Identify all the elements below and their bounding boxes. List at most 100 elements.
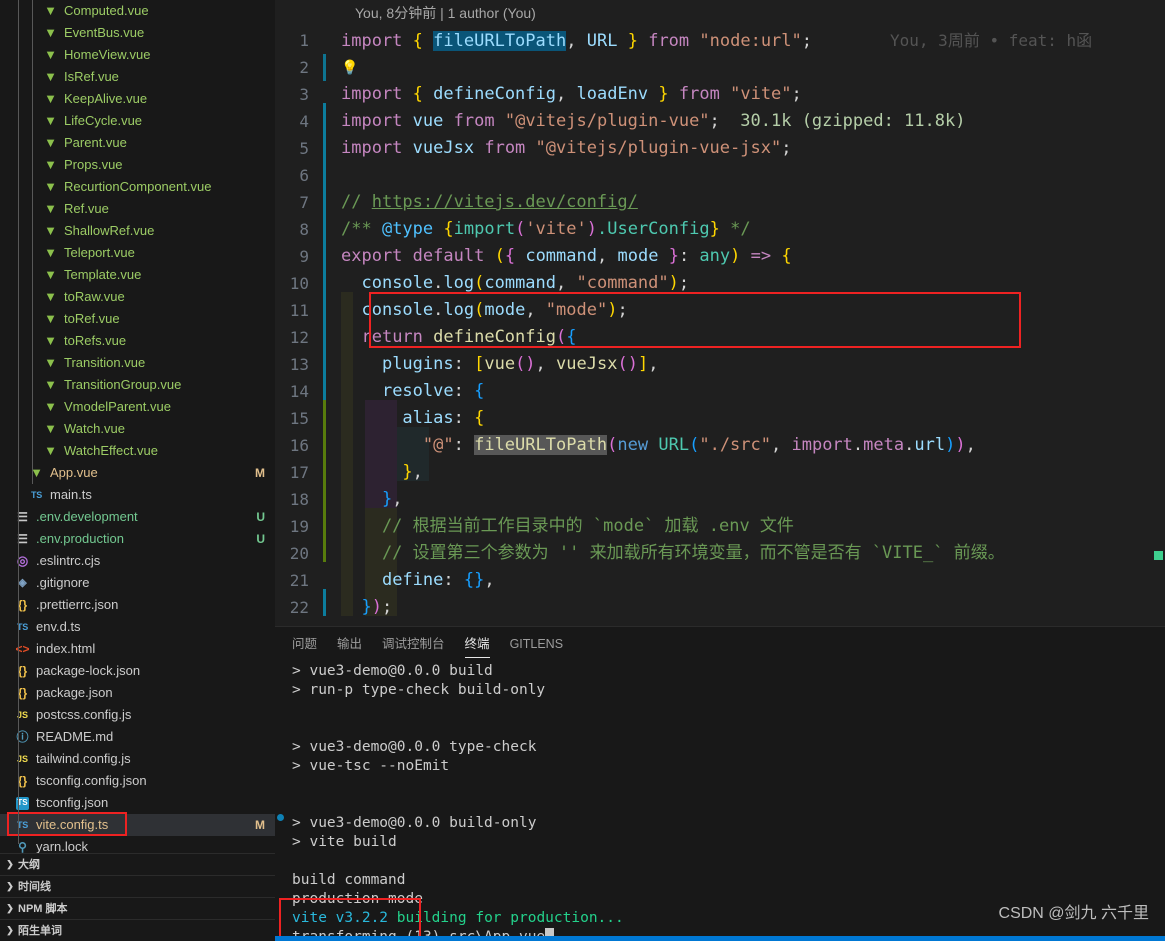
lightbulb-icon[interactable]: 💡 xyxy=(341,60,358,76)
file-tree-item[interactable]: {} package-lock.json xyxy=(0,660,275,682)
file-tree[interactable]: ▼ Computed.vue ▼ EventBus.vue ▼ HomeView.vue ▼… xyxy=(0,0,275,853)
code-line[interactable]: 2 💡 xyxy=(275,54,1165,81)
terminal-line: > run-p type-check build-only xyxy=(292,681,1165,700)
panel-tab-1[interactable]: 问题 xyxy=(292,627,317,662)
code-editor[interactable]: You, 8分钟前 | 1 author (You) 1 import { fi… xyxy=(275,0,1165,626)
code-line[interactable]: 11 console.log(mode, "mode"); xyxy=(275,297,1165,324)
panel-tab-4[interactable]: 终端 xyxy=(464,627,490,662)
file-tree-item[interactable]: ◎ .eslintrc.cjs xyxy=(0,550,275,572)
file-tree-item[interactable]: ▼ KeepAlive.vue xyxy=(0,88,275,110)
file-tree-item[interactable]: TS env.d.ts xyxy=(0,616,275,638)
explorer-sidebar: ▼ Computed.vue ▼ EventBus.vue ▼ HomeView.vue ▼… xyxy=(0,0,275,941)
file-tree-item[interactable]: ▼ Transition.vue xyxy=(0,352,275,374)
file-tree-item[interactable]: TS tsconfig.json xyxy=(0,792,275,814)
file-tree-item[interactable]: ⓘ README.md xyxy=(0,726,275,748)
file-tree-item[interactable]: ▼ RecurtionComponent.vue xyxy=(0,176,275,198)
panel-tab-3[interactable]: 调试控制台 xyxy=(382,627,445,662)
sidebar-section-2[interactable]: ❯ 时间线 xyxy=(0,875,275,897)
file-name-label: .env.development xyxy=(36,509,138,524)
code-line[interactable]: 18 }, xyxy=(275,486,1165,513)
file-tree-item[interactable]: ▼ toRaw.vue xyxy=(0,286,275,308)
eslint-icon: ◎ xyxy=(16,553,29,568)
file-tree-item[interactable]: <> index.html xyxy=(0,638,275,660)
status-bar[interactable] xyxy=(275,936,1165,941)
file-tree-item[interactable]: ▼ IsRef.vue xyxy=(0,66,275,88)
code-line[interactable]: 8 /** @type {import('vite').UserConfig} … xyxy=(275,216,1165,243)
sidebar-section-3[interactable]: ❯ NPM 脚本 xyxy=(0,897,275,919)
code-line[interactable]: 20 // 设置第三个参数为 '' 来加载所有环境变量，而不管是否有 `VITE… xyxy=(275,540,1165,567)
panel-tabs[interactable]: 问题 输出 调试控制台 终端 GITLENS xyxy=(275,627,1165,662)
code-line[interactable]: 16 "@": fileURLToPath(new URL("./src", i… xyxy=(275,432,1165,459)
file-tree-item[interactable]: JS postcss.config.js xyxy=(0,704,275,726)
tree-indent-guide xyxy=(32,0,33,484)
code-line[interactable]: 6 xyxy=(275,162,1165,189)
file-tree-item[interactable]: ▼ LifeCycle.vue xyxy=(0,110,275,132)
code-line[interactable]: 5 import vueJsx from "@vitejs/plugin-vue… xyxy=(275,135,1165,162)
file-tree-item[interactable]: ⚲ yarn.lock xyxy=(0,836,275,853)
file-tree-item[interactable]: ▼ Teleport.vue xyxy=(0,242,275,264)
code-line[interactable]: 7 // https://vitejs.dev/config/ xyxy=(275,189,1165,216)
watermark: CSDN @剑九 六千里 xyxy=(998,905,1149,922)
terminal-line-text: > run-p type-check build-only xyxy=(292,681,546,698)
js-icon: JS xyxy=(16,710,28,720)
code-line[interactable]: 19 // 根据当前工作目录中的 `mode` 加载 .env 文件 xyxy=(275,513,1165,540)
file-tree-item[interactable]: ▼ Watch.vue xyxy=(0,418,275,440)
file-name-label: .env.production xyxy=(36,531,124,546)
file-tree-item[interactable]: ◈ .gitignore xyxy=(0,572,275,594)
inline-git-blame: You, 3周前 • feat: h函 xyxy=(890,31,1093,50)
file-tree-item[interactable]: TS main.ts xyxy=(0,484,275,506)
file-tree-item[interactable]: ▼ toRef.vue xyxy=(0,308,275,330)
file-tree-item[interactable]: ▼ Ref.vue xyxy=(0,198,275,220)
vue-icon: ▼ xyxy=(44,113,57,128)
file-tree-item[interactable]: ▼ Props.vue xyxy=(0,154,275,176)
file-tree-item[interactable]: ▼ toRefs.vue xyxy=(0,330,275,352)
code-line[interactable]: 9 export default ({ command, mode }: any… xyxy=(275,243,1165,270)
code-line[interactable]: 14 resolve: { xyxy=(275,378,1165,405)
file-tree-item[interactable]: {} tsconfig.config.json xyxy=(0,770,275,792)
file-tree-item[interactable]: ▼ Template.vue xyxy=(0,264,275,286)
file-tree-item[interactable]: {} package.json xyxy=(0,682,275,704)
code-line[interactable]: 12 return defineConfig({ xyxy=(275,324,1165,351)
file-tree-item[interactable]: ☰ .env.development U xyxy=(0,506,275,528)
file-tree-item[interactable]: ▼ Parent.vue xyxy=(0,132,275,154)
code-line[interactable]: 13 plugins: [vue(), vueJsx()], xyxy=(275,351,1165,378)
indent-guides xyxy=(323,513,341,540)
indent-guides xyxy=(323,351,341,378)
tsconfig-icon: TS xyxy=(14,795,31,812)
file-name-label: Props.vue xyxy=(64,157,123,172)
ts-icon: TS xyxy=(17,820,28,830)
file-name-label: VmodelParent.vue xyxy=(64,399,171,414)
line-content: plugins: [vue(), vueJsx()], xyxy=(381,354,659,374)
json-icon: {} xyxy=(17,686,28,700)
sidebar-section-4[interactable]: ❯ 陌生单词 xyxy=(0,919,275,941)
code-line[interactable]: 10 console.log(command, "command"); xyxy=(275,270,1165,297)
code-line[interactable]: 4 import vue from "@vitejs/plugin-vue"; … xyxy=(275,108,1165,135)
code-line[interactable]: 21 define: {}, xyxy=(275,567,1165,594)
file-name-label: Ref.vue xyxy=(64,201,109,216)
file-tree-item[interactable]: ▼ EventBus.vue xyxy=(0,22,275,44)
code-line[interactable]: 15 alias: { xyxy=(275,405,1165,432)
file-tree-item[interactable]: ▼ WatchEffect.vue xyxy=(0,440,275,462)
code-line[interactable]: 22 }); xyxy=(275,594,1165,621)
terminal-line-text: > vite build xyxy=(292,833,397,850)
file-tree-item[interactable]: JS tailwind.config.js xyxy=(0,748,275,770)
config-url-link[interactable]: https://vitejs.dev/config/ xyxy=(372,192,638,212)
file-tree-item[interactable]: ▼ Computed.vue xyxy=(0,0,275,22)
panel-tab-5[interactable]: GITLENS xyxy=(510,627,564,662)
file-tree-item[interactable]: {} .prettierrc.json xyxy=(0,594,275,616)
file-tree-item[interactable]: ▼ VmodelParent.vue xyxy=(0,396,275,418)
code-line[interactable]: 1 import { fileURLToPath, URL } from "no… xyxy=(275,27,1165,54)
sidebar-section-1[interactable]: ❯ 大纲 xyxy=(0,853,275,875)
panel-tab-2[interactable]: 输出 xyxy=(337,627,362,662)
file-tree-item[interactable]: ▼ TransitionGroup.vue xyxy=(0,374,275,396)
code-line[interactable]: 17 }, xyxy=(275,459,1165,486)
file-tree-item[interactable]: TS vite.config.ts M xyxy=(0,814,275,836)
file-tree-item[interactable]: ▼ HomeView.vue xyxy=(0,44,275,66)
file-tree-item[interactable]: ▼ ShallowRef.vue xyxy=(0,220,275,242)
file-tree-item[interactable]: ☰ .env.production U xyxy=(0,528,275,550)
terminal-line: > vue3-demo@0.0.0 build xyxy=(292,662,1165,681)
file-tree-item[interactable]: ▼ App.vue M xyxy=(0,462,275,484)
code-line[interactable]: 3 import { defineConfig, loadEnv } from … xyxy=(275,81,1165,108)
file-name-label: README.md xyxy=(36,729,114,744)
code-lines[interactable]: 1 import { fileURLToPath, URL } from "no… xyxy=(275,27,1165,626)
